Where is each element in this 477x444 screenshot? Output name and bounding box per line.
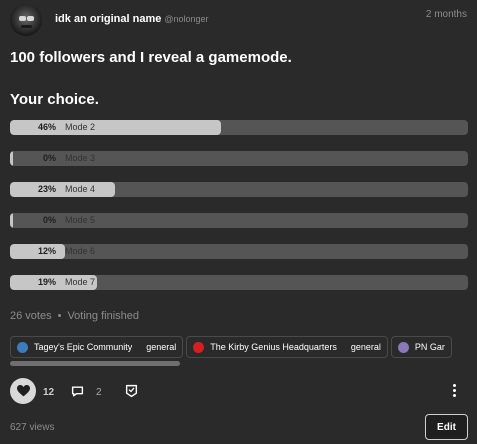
studio-logo-icon [397, 341, 409, 353]
vote-count: 26 votes [10, 310, 52, 322]
studio-category: general [146, 342, 177, 352]
poll-option[interactable]: 19% Mode 7 [10, 275, 468, 290]
heart-icon [16, 385, 30, 397]
more-dot [452, 384, 456, 387]
comment-icon[interactable] [71, 385, 84, 398]
poll-label: Mode 2 [65, 122, 96, 132]
poll-label: Mode 4 [65, 184, 96, 194]
poll: 46% Mode 2 0% Mode 3 23% Mode 4 0% Mode … [10, 120, 468, 306]
poll-label: Mode 5 [65, 215, 96, 225]
more-vertical-icon[interactable] [450, 384, 458, 398]
poll-summary: 26 votes • Voting finished [10, 310, 139, 322]
poll-label: Mode 6 [65, 246, 96, 256]
avatar-eye [27, 16, 34, 21]
poll-status: Voting finished [67, 310, 140, 322]
poll-option[interactable]: 46% Mode 2 [10, 120, 468, 135]
poll-label: Mode 7 [65, 277, 96, 287]
poll-percent: 12% [37, 246, 56, 256]
studio-logo-icon [17, 341, 28, 353]
poll-option[interactable]: 0% Mode 5 [10, 213, 468, 228]
author-name[interactable]: idk an original name [55, 13, 161, 25]
poll-percent: 0% [42, 215, 56, 225]
avatar-mouth [21, 25, 32, 28]
studio-name: Tagey's Epic Community [34, 342, 133, 352]
studio-name: PN Gar [414, 342, 445, 352]
like-count: 12 [43, 387, 55, 398]
separator-dot: • [57, 310, 62, 322]
comment-count: 2 [96, 387, 102, 398]
poll-label: Mode 3 [65, 153, 96, 163]
more-dot [452, 394, 456, 397]
view-count: 627 views [10, 422, 55, 433]
avatar-eye [19, 16, 26, 21]
poll-percent: 0% [42, 153, 56, 163]
post-title: 100 followers and I reveal a gamemode. [10, 49, 292, 66]
poll-percent: 46% [37, 122, 56, 132]
studio-name: The Kirby Genius Headquarters [210, 342, 337, 352]
poll-option[interactable]: 23% Mode 4 [10, 182, 468, 197]
post-header: idk an original name @nolonger 2 months [10, 4, 467, 40]
avatar[interactable] [10, 4, 42, 36]
tags-scrollbar[interactable] [10, 361, 180, 366]
poll-option[interactable]: 0% Mode 3 [10, 151, 468, 166]
edit-button[interactable]: Edit [425, 414, 468, 440]
author-handle: @nolonger [164, 14, 209, 24]
poll-percent: 23% [37, 184, 56, 194]
studio-logo-icon [193, 341, 205, 353]
studio-tag[interactable]: PN Gar [390, 336, 452, 358]
studio-category: general [350, 342, 381, 352]
share-icon[interactable] [125, 384, 138, 398]
more-dot [452, 389, 456, 392]
like-button[interactable] [10, 378, 36, 404]
poll-option[interactable]: 12% Mode 6 [10, 244, 468, 259]
post-subtitle: Your choice. [10, 91, 99, 108]
studio-tags: Tagey's Epic Community general The Kirby… [10, 336, 477, 358]
poll-percent: 19% [37, 277, 56, 287]
studio-tag[interactable]: Tagey's Epic Community general [10, 336, 184, 358]
studio-tag[interactable]: The Kirby Genius Headquarters general [186, 336, 388, 358]
post-time: 2 months [425, 9, 467, 20]
author-line: idk an original name @nolonger [55, 13, 209, 25]
